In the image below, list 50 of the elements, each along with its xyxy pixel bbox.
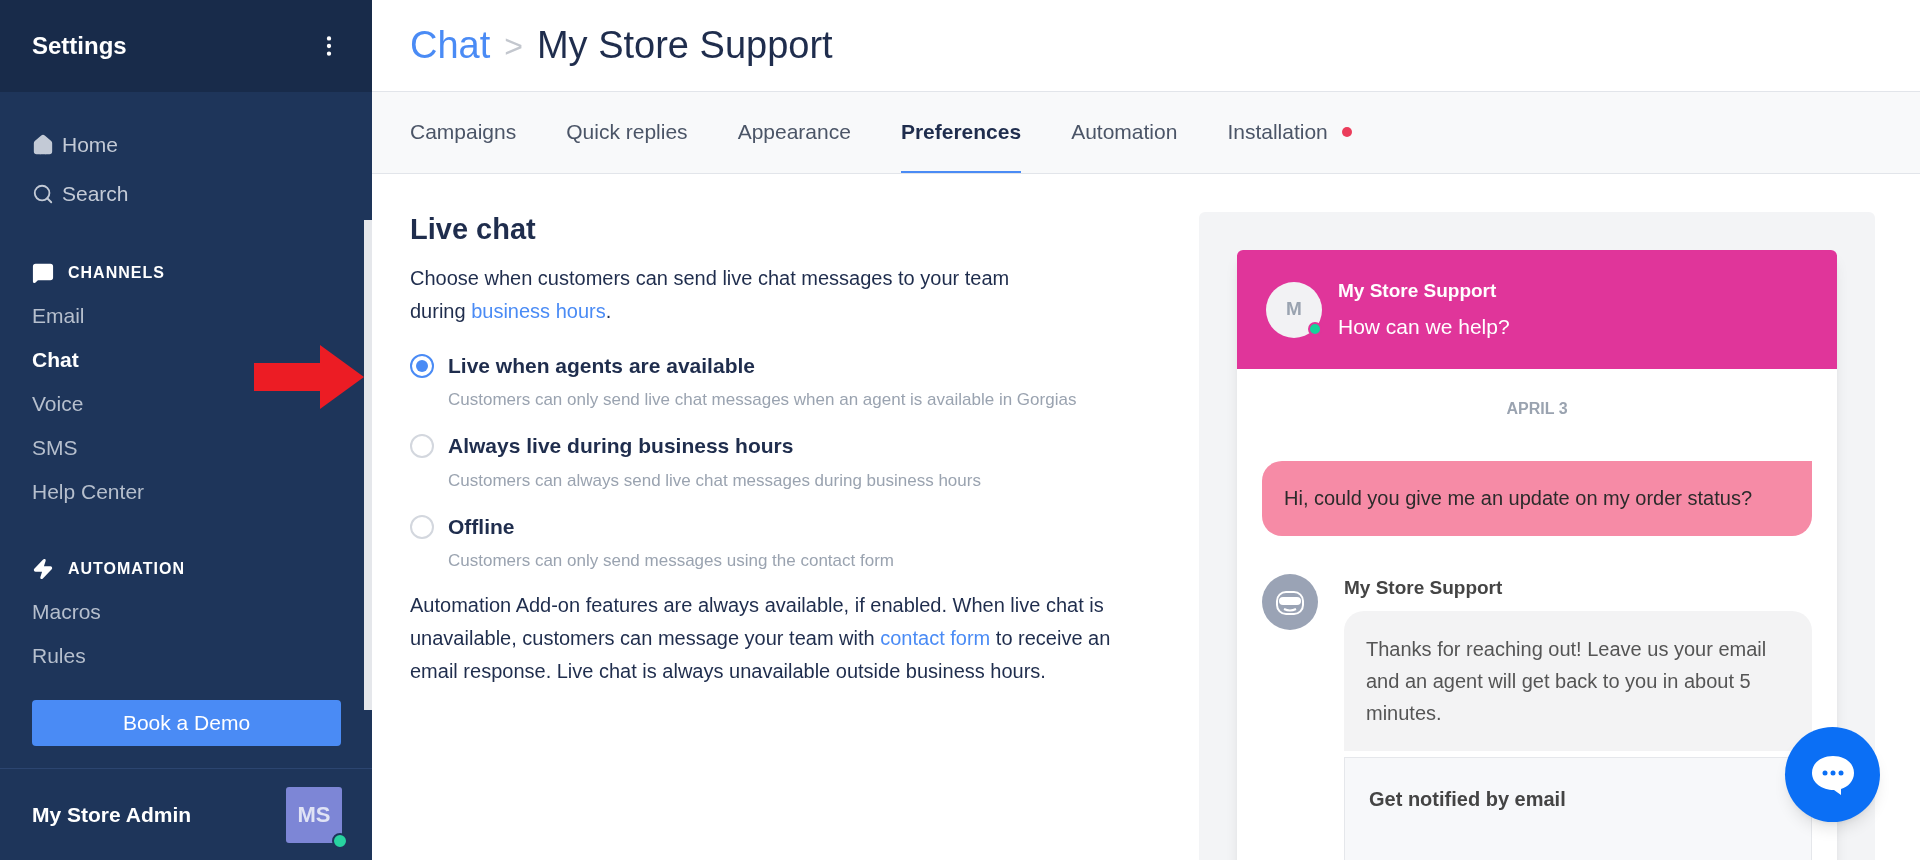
nav-item[interactable]: Home [32,120,119,169]
book-demo-button[interactable]: Book a Demo [32,700,341,746]
section-title: Live chat [410,212,537,247]
lightning-icon [32,558,54,580]
user-name: My Store Admin [32,801,192,828]
section-heading: CHANNELS [68,263,165,283]
widget-tagline: How can we help? [1338,314,1510,340]
tab[interactable]: Automation [1071,92,1178,173]
search-icon [32,182,54,205]
bot-avatar-icon [1262,574,1318,630]
option-label: Offline [448,513,516,540]
option-description: Customers can always send live chat messages during business hours [448,469,982,492]
note-text: Automation Add-on features are always available, if enabled. When live chat is unavailable, customers can message your team with contact form to receive an email response. Live chat is always unavailable outside business hours. [410,593,1112,684]
widget-title: My Store Support [1338,278,1498,303]
section-heading: AUTOMATION [68,559,185,579]
nav-item[interactable]: Search [32,169,129,218]
customer-message: Hi, could you give me an update on my order status? [1262,461,1812,536]
scrollbar[interactable] [364,220,372,710]
chat-icon [32,262,54,284]
option-label: Always live during business hours [448,433,795,459]
chat-bubble-icon [1809,753,1856,796]
sidebar-item[interactable]: Help Center [32,470,145,514]
sidebar-item[interactable]: Voice [32,382,84,426]
sidebar-item[interactable]: Rules [32,634,86,678]
option-description: Customers can only send live chat messages when an agent is available in Gorgias [448,389,1078,411]
breadcrumb-separator: > [504,26,523,66]
contact-form-link[interactable]: contact form [880,627,991,649]
option-label: Live when agents are available [448,352,756,379]
tab[interactable]: Preferences [900,92,1022,173]
agent-message: Thanks for reaching out! Leave us your email and an agent will get back to you in about 5 minutes. [1344,610,1812,751]
sidebar-item[interactable]: Email [32,294,85,338]
option-description: Customers can only send messages using the contact form [448,550,895,572]
intro-text: Choose when customers can send live chat messages to your team during business hours. [410,265,1011,324]
tab[interactable]: Installation [1227,92,1352,173]
sidebar-item[interactable]: Chat [32,338,79,382]
agent-name: My Store Support [1344,576,1504,600]
tab[interactable]: Campaigns [410,92,517,173]
breadcrumb-link[interactable]: Chat [410,17,491,74]
sidebar-title: Settings [32,31,127,61]
sidebar-item[interactable]: SMS [32,426,78,470]
agent-avatar: M [1266,281,1322,338]
sidebar-item[interactable]: Macros [32,590,101,634]
page-title: My Store Support [536,23,833,68]
radio-button[interactable] [410,353,434,378]
tab[interactable]: Quick replies [566,92,688,173]
home-icon [32,133,54,156]
tab[interactable]: Appearance [737,92,851,173]
email-card-title: Get notified by email [1369,787,1566,810]
date-label: APRIL 3 [1506,399,1568,419]
business-hours-link[interactable]: business hours [471,299,606,322]
